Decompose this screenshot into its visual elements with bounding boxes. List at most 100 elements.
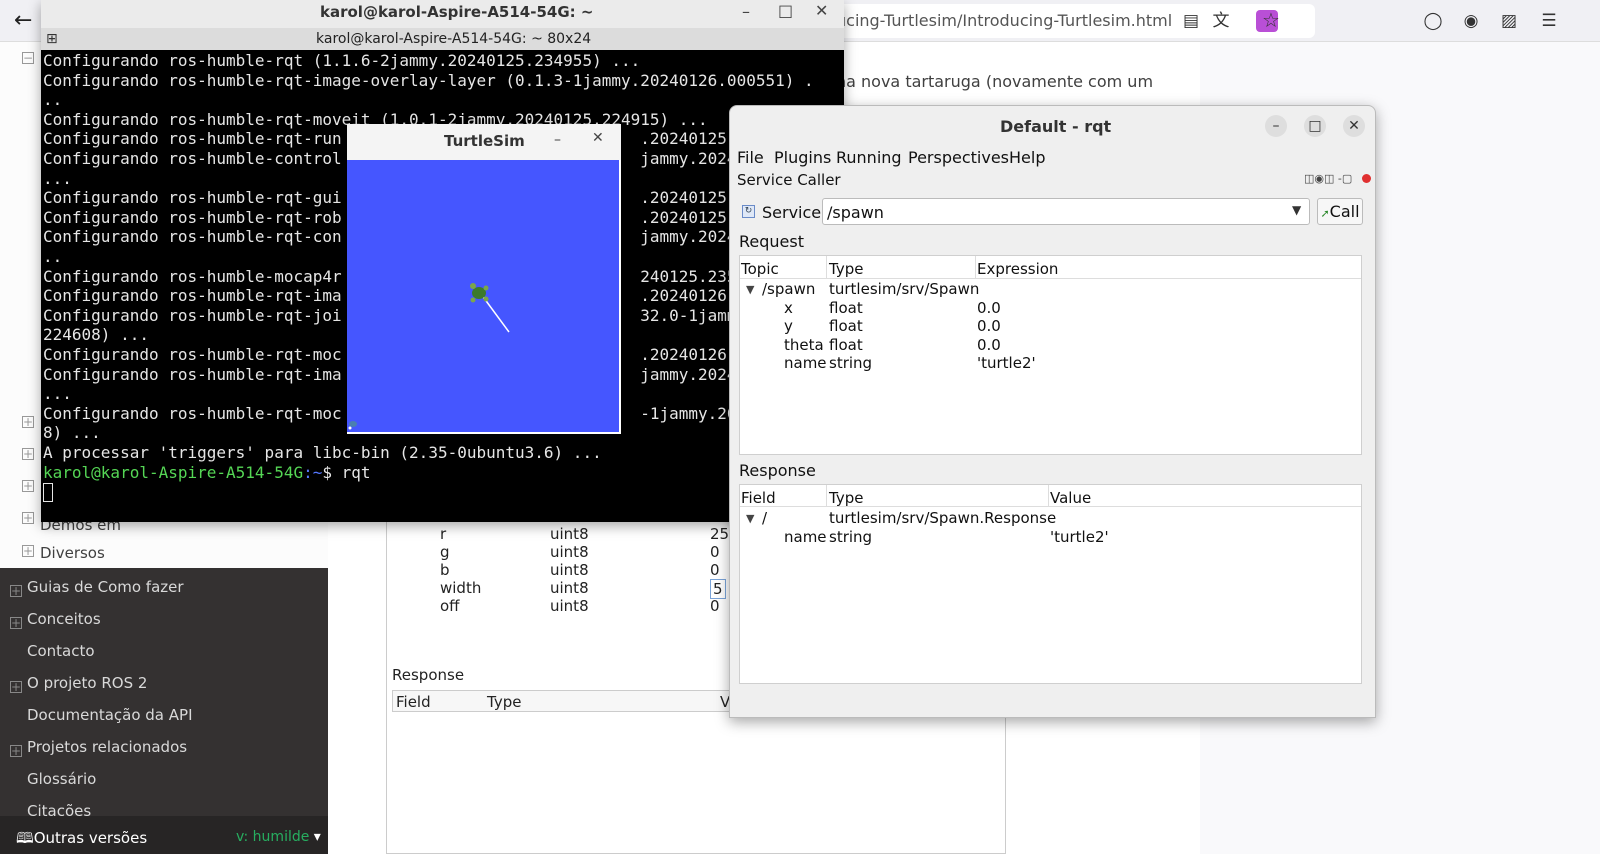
expand-icon[interactable]: + — [22, 448, 34, 460]
bg-row-name: b — [440, 561, 450, 579]
bg-row-value: 0 — [710, 597, 720, 615]
col-topic[interactable]: Topic — [741, 260, 779, 278]
col-type[interactable]: Type — [829, 260, 863, 278]
bg-row-type: uint8 — [550, 579, 589, 597]
expand-icon[interactable]: + — [10, 585, 22, 597]
sidebar-item-glossario[interactable]: Glossário — [27, 770, 96, 788]
expand-icon[interactable]: + — [10, 617, 22, 629]
terminal-line: 8) ... — [43, 423, 101, 443]
request-expression[interactable]: 0.0 — [977, 336, 1001, 354]
request-type: float — [829, 299, 863, 317]
bg-row-type: uint8 — [550, 597, 589, 615]
expand-icon[interactable]: + — [10, 745, 22, 757]
bg-row-name: g — [440, 543, 450, 561]
new-tab-icon[interactable]: ⊞ — [46, 31, 58, 47]
bookmark-star-icon[interactable]: ☆ — [1260, 9, 1282, 31]
bg-col-field: Field — [396, 693, 431, 711]
versions-label[interactable]: 🕮Outras versões — [16, 828, 147, 853]
back-arrow-icon[interactable]: ← — [14, 8, 40, 34]
close-icon[interactable]: ✕ — [815, 1, 828, 20]
turtle-drawing — [348, 283, 510, 430]
pocket-icon[interactable]: ◯ — [1422, 10, 1444, 32]
extensions-icon[interactable]: ▨ — [1498, 10, 1520, 32]
col-expression[interactable]: Expression — [977, 260, 1058, 278]
expand-icon[interactable]: + — [22, 512, 34, 524]
maximize-icon[interactable]: □ — [1304, 115, 1326, 137]
menu-perspectives[interactable]: Perspectives — [908, 148, 1009, 167]
terminal-line: Configurando ros-humble-rqt-image-overla… — [43, 70, 814, 90]
book-icon: 🕮 — [16, 829, 34, 847]
plugin-title: Service Caller — [737, 171, 841, 189]
column-divider — [826, 485, 827, 507]
sidebar-item-contacto[interactable]: Contacto — [27, 642, 95, 660]
menu-running[interactable]: Running — [836, 148, 902, 167]
minimize-icon[interactable]: – — [742, 2, 750, 21]
expand-arrow-icon[interactable]: ▼ — [746, 512, 754, 525]
request-root-type: turtlesim/srv/Spawn — [829, 280, 980, 298]
menu-file[interactable]: File — [737, 148, 764, 167]
chevron-down-icon[interactable]: ▼ — [1292, 203, 1301, 217]
request-field: y — [784, 317, 793, 335]
plugin-close-icon[interactable] — [1362, 174, 1371, 183]
response-type: string — [829, 528, 873, 546]
service-label: Service — [762, 203, 822, 222]
response-root-field: / — [762, 509, 768, 527]
reader-view-icon[interactable]: ▤ — [1180, 10, 1202, 32]
request-field: theta — [784, 336, 824, 354]
service-select[interactable] — [822, 198, 1310, 225]
expand-icon[interactable]: + — [22, 416, 34, 428]
minimize-icon[interactable]: – — [554, 132, 561, 148]
menu-help[interactable]: Help — [1009, 148, 1045, 167]
request-label: Request — [739, 232, 804, 251]
prompt-path: :~ — [303, 463, 323, 482]
versions-value[interactable]: v: humilde ▾ — [236, 829, 321, 845]
expand-icon[interactable]: + — [10, 681, 22, 693]
sidebar-item-diversos[interactable]: Diversos — [40, 544, 105, 562]
menu-icon[interactable]: ☰ — [1538, 10, 1560, 32]
call-button[interactable]: ➚Call — [1317, 198, 1363, 225]
menu-plugins[interactable]: Plugins — [774, 148, 831, 167]
collapse-icon[interactable]: − — [22, 52, 34, 64]
sidebar-item-api[interactable]: Documentação da API — [27, 706, 193, 724]
terminal-line: .. — [43, 247, 63, 266]
minimize-icon[interactable]: – — [1265, 115, 1287, 137]
sidebar-item-projetos[interactable]: Projetos relacionados — [27, 738, 187, 756]
turtlesim-canvas — [347, 160, 619, 432]
terminal-line: 224608) ... — [43, 325, 149, 345]
account-icon[interactable]: ◉ — [1460, 10, 1482, 32]
sidebar-item-projeto[interactable]: O projeto ROS 2 — [27, 674, 147, 692]
bg-row-type: uint8 — [550, 561, 589, 579]
col-field[interactable]: Field — [741, 489, 776, 507]
request-expression[interactable]: 0.0 — [977, 317, 1001, 335]
request-type: float — [829, 336, 863, 354]
bg-col-type: Type — [487, 693, 522, 711]
sidebar-item-guias[interactable]: Guias de Como fazer — [27, 578, 184, 596]
request-type: float — [829, 317, 863, 335]
col-value[interactable]: Value — [1050, 489, 1091, 507]
service-icon: ↻ — [742, 205, 755, 218]
content-paragraph: na nova tartaruga (novamente com um — [836, 72, 1154, 91]
close-icon[interactable]: ✕ — [1343, 115, 1365, 137]
url-text[interactable]: ucing-Turtlesim/Introducing-Turtlesim.ht… — [836, 11, 1172, 30]
bg-row-value: 5 — [710, 579, 726, 599]
bg-row-name: width — [440, 579, 482, 597]
plugin-controls-icon[interactable]: ◫◉◫ -▢ — [1304, 172, 1352, 185]
maximize-icon[interactable]: □ — [778, 1, 793, 20]
service-value[interactable]: /spawn — [827, 203, 884, 222]
bg-row-value: 25 — [710, 525, 730, 543]
expand-icon[interactable]: + — [22, 480, 34, 492]
request-expression[interactable]: 0.0 — [977, 299, 1001, 317]
close-icon[interactable]: ✕ — [592, 130, 604, 146]
terminal-cursor — [43, 483, 53, 502]
terminal-line: A processar 'triggers' para libc-bin (2.… — [43, 443, 602, 462]
expand-arrow-icon[interactable]: ▼ — [746, 283, 754, 296]
col-type[interactable]: Type — [829, 489, 863, 507]
translate-icon[interactable]: 文 — [1210, 10, 1232, 32]
sidebar-item-conceitos[interactable]: Conceitos — [27, 610, 101, 628]
turtle2-icon — [348, 421, 357, 430]
bg-row-type: uint8 — [550, 543, 589, 561]
request-expression[interactable]: 'turtle2' — [977, 354, 1036, 372]
expand-icon[interactable]: + — [22, 545, 34, 557]
request-field: x — [784, 299, 793, 317]
request-type: string — [829, 354, 873, 372]
